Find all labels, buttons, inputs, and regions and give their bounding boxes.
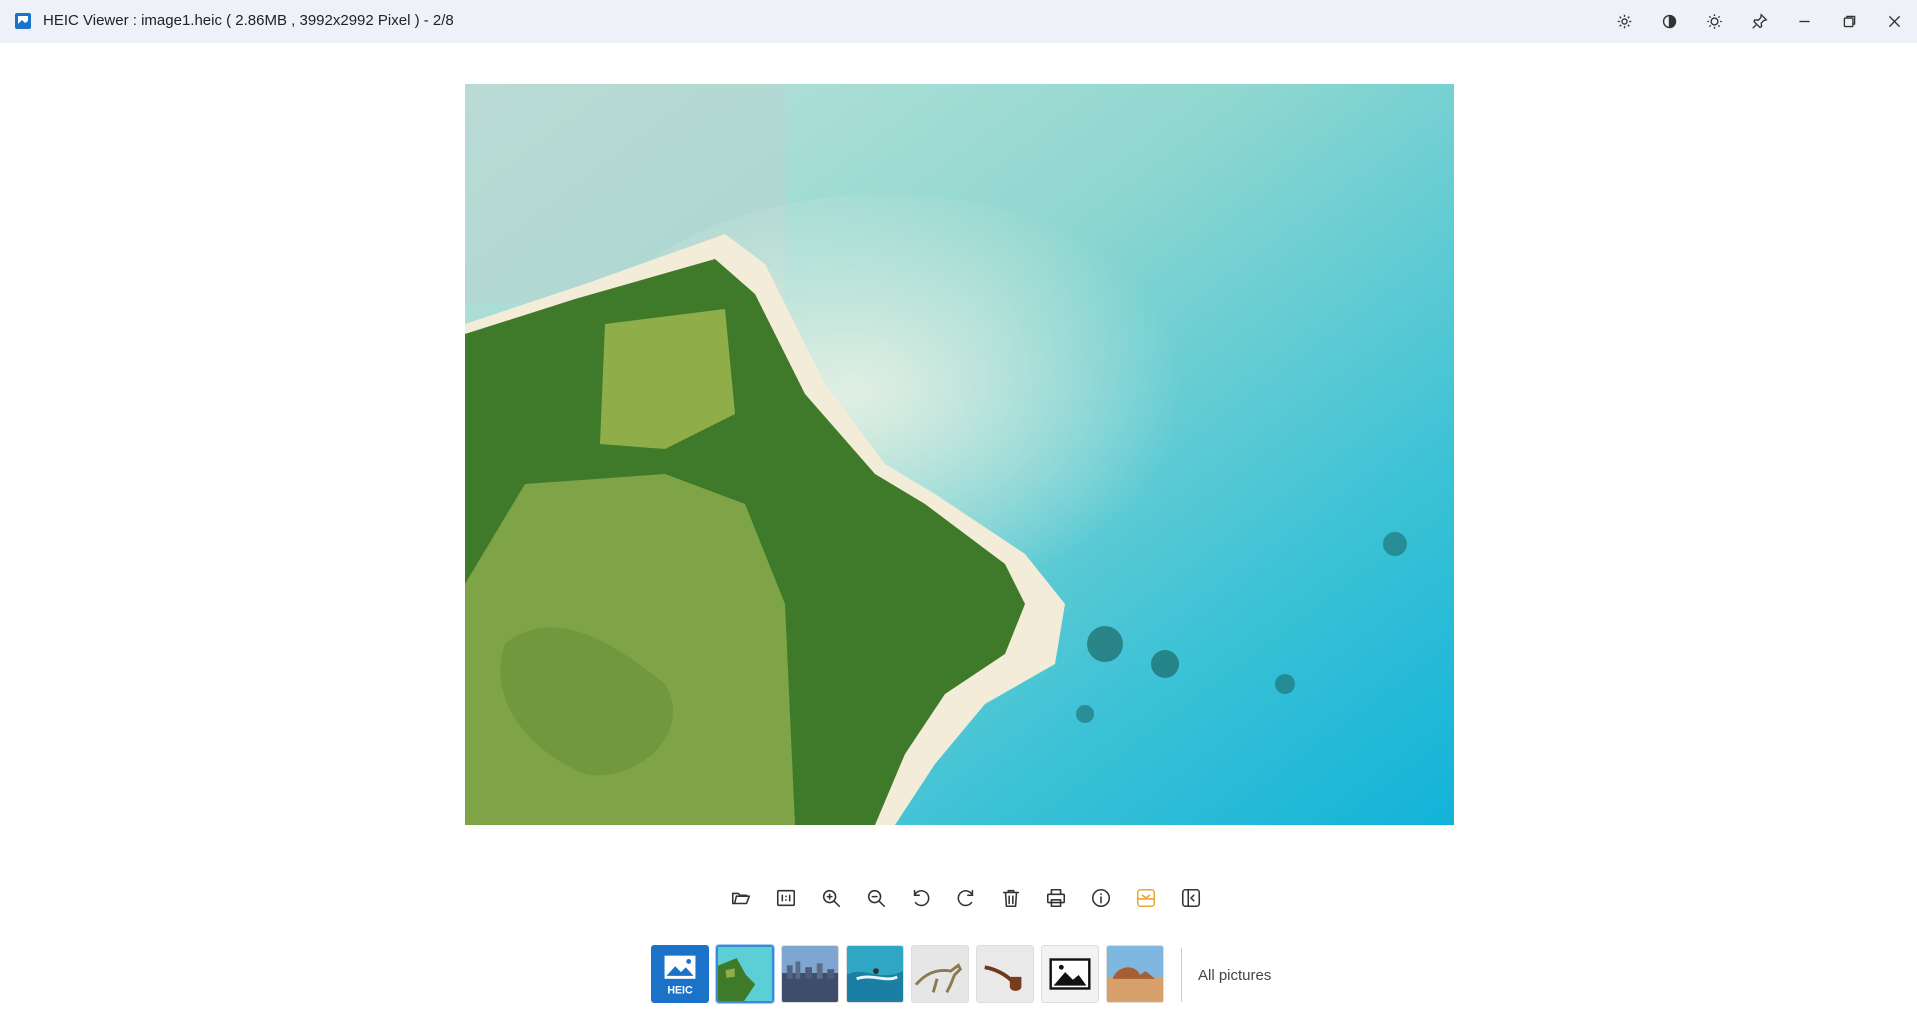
thumbnail-toggle-icon[interactable]	[1123, 880, 1168, 916]
print-icon[interactable]	[1033, 880, 1078, 916]
restore-icon[interactable]	[1827, 0, 1872, 43]
thumbnail-separator	[1181, 948, 1182, 1002]
minimize-icon[interactable]	[1782, 0, 1827, 43]
delete-icon[interactable]	[988, 880, 1033, 916]
pin-icon[interactable]	[1737, 0, 1782, 43]
actual-size-icon[interactable]	[763, 880, 808, 916]
all-pictures-link[interactable]: All pictures	[1198, 967, 1271, 984]
thumbnail-heic[interactable]: HEIC	[651, 945, 709, 1003]
thumbnail-placeholder-image[interactable]	[1041, 945, 1099, 1003]
rotate-left-icon[interactable]	[898, 880, 943, 916]
rotate-right-icon[interactable]	[943, 880, 988, 916]
settings-icon[interactable]	[1602, 0, 1647, 43]
thumbnail-strip: HEIC	[651, 945, 1164, 1003]
title-bar: HEIC Viewer : image1.heic ( 2.86MB , 399…	[0, 0, 1917, 43]
thumbnail-surfer[interactable]	[846, 945, 904, 1003]
close-icon[interactable]	[1872, 0, 1917, 43]
thumbnail-island-aerial[interactable]	[716, 945, 774, 1003]
info-icon[interactable]	[1078, 880, 1123, 916]
zoom-in-icon[interactable]	[808, 880, 853, 916]
zoom-out-icon[interactable]	[853, 880, 898, 916]
window-controls	[1602, 0, 1917, 43]
theme-icon[interactable]	[1647, 0, 1692, 43]
sidebar-toggle-icon[interactable]	[1168, 880, 1213, 916]
app-logo-icon	[14, 12, 32, 30]
main-image[interactable]	[465, 84, 1454, 825]
window-title: HEIC Viewer : image1.heic ( 2.86MB , 399…	[43, 12, 454, 29]
heic-label: HEIC	[667, 984, 693, 996]
image-toolbar	[718, 880, 1213, 916]
thumbnail-pipe[interactable]	[976, 945, 1034, 1003]
brightness-icon[interactable]	[1692, 0, 1737, 43]
open-folder-icon[interactable]	[718, 880, 763, 916]
thumbnail-city-skyline[interactable]	[781, 945, 839, 1003]
thumbnail-dinosaur[interactable]	[911, 945, 969, 1003]
thumbnail-desert-rocks[interactable]	[1106, 945, 1164, 1003]
